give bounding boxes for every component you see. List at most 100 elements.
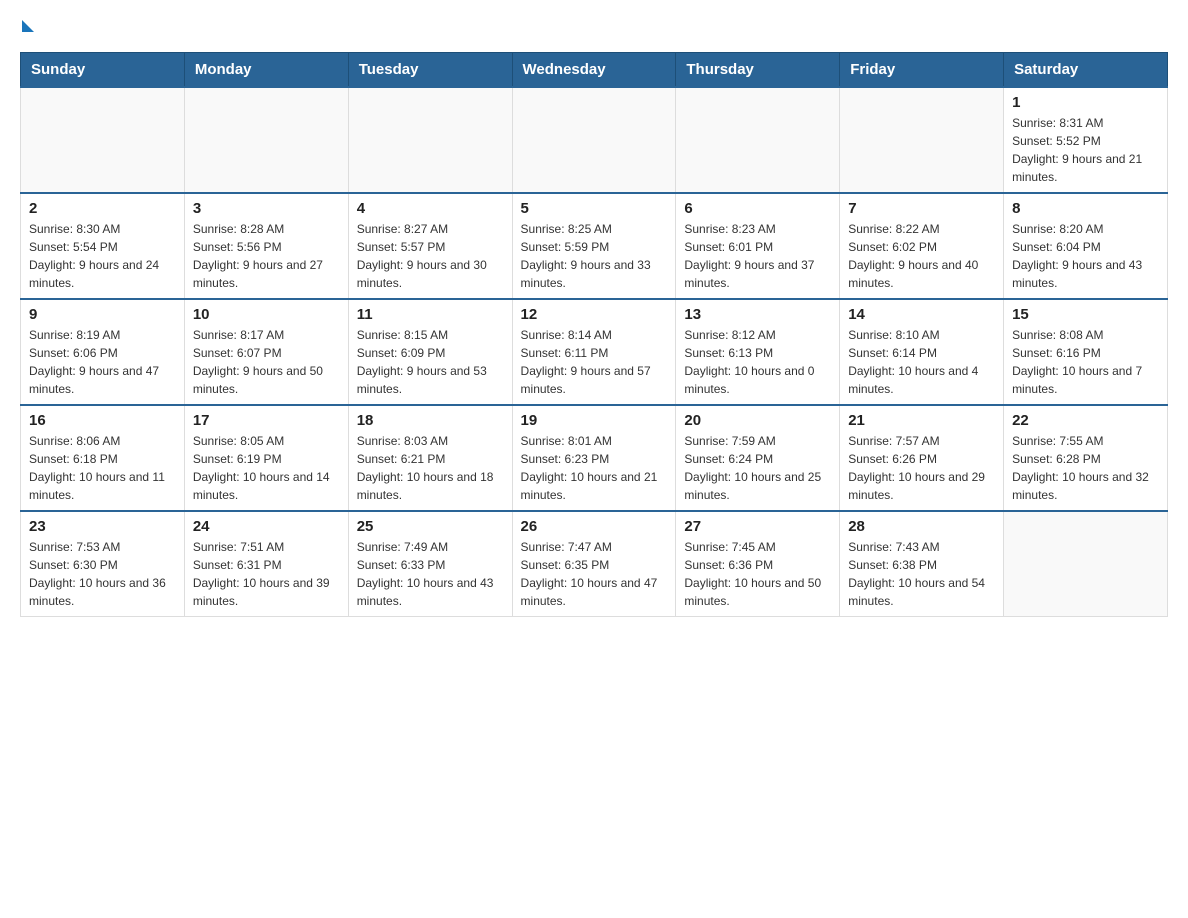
calendar-cell: 8 Sunrise: 8:20 AM Sunset: 6:04 PM Daylig… <box>1004 193 1168 299</box>
day-info: Sunrise: 7:43 AM Sunset: 6:38 PM Dayligh… <box>848 538 995 610</box>
page-header <box>20 20 1168 32</box>
day-number: 8 <box>1012 200 1159 217</box>
week-row: 2 Sunrise: 8:30 AM Sunset: 5:54 PM Daylig… <box>21 193 1168 299</box>
calendar-cell: 3 Sunrise: 8:28 AM Sunset: 5:56 PM Daylig… <box>184 193 348 299</box>
day-info: Sunrise: 8:17 AM Sunset: 6:07 PM Dayligh… <box>193 326 340 398</box>
day-info: Sunrise: 7:49 AM Sunset: 6:33 PM Dayligh… <box>357 538 504 610</box>
calendar-cell: 16 Sunrise: 8:06 AM Sunset: 6:18 PM Dayli… <box>21 405 185 511</box>
day-info: Sunrise: 7:55 AM Sunset: 6:28 PM Dayligh… <box>1012 432 1159 504</box>
week-row: 1 Sunrise: 8:31 AM Sunset: 5:52 PM Daylig… <box>21 87 1168 193</box>
day-number: 6 <box>684 200 831 217</box>
day-info: Sunrise: 8:20 AM Sunset: 6:04 PM Dayligh… <box>1012 220 1159 292</box>
day-number: 24 <box>193 518 340 535</box>
day-info: Sunrise: 7:47 AM Sunset: 6:35 PM Dayligh… <box>521 538 668 610</box>
day-info: Sunrise: 8:31 AM Sunset: 5:52 PM Dayligh… <box>1012 114 1159 186</box>
calendar-cell: 2 Sunrise: 8:30 AM Sunset: 5:54 PM Daylig… <box>21 193 185 299</box>
day-of-week-header: Sunday <box>21 53 185 88</box>
calendar-cell: 12 Sunrise: 8:14 AM Sunset: 6:11 PM Dayli… <box>512 299 676 405</box>
calendar-cell: 17 Sunrise: 8:05 AM Sunset: 6:19 PM Dayli… <box>184 405 348 511</box>
day-info: Sunrise: 7:45 AM Sunset: 6:36 PM Dayligh… <box>684 538 831 610</box>
day-number: 18 <box>357 412 504 429</box>
day-number: 4 <box>357 200 504 217</box>
day-number: 28 <box>848 518 995 535</box>
calendar-cell: 4 Sunrise: 8:27 AM Sunset: 5:57 PM Daylig… <box>348 193 512 299</box>
day-number: 12 <box>521 306 668 323</box>
day-info: Sunrise: 8:30 AM Sunset: 5:54 PM Dayligh… <box>29 220 176 292</box>
day-number: 17 <box>193 412 340 429</box>
calendar-table: SundayMondayTuesdayWednesdayThursdayFrid… <box>20 52 1168 617</box>
day-number: 26 <box>521 518 668 535</box>
day-of-week-header: Friday <box>840 53 1004 88</box>
day-of-week-header: Saturday <box>1004 53 1168 88</box>
day-number: 21 <box>848 412 995 429</box>
calendar-cell: 13 Sunrise: 8:12 AM Sunset: 6:13 PM Dayli… <box>676 299 840 405</box>
calendar-cell: 25 Sunrise: 7:49 AM Sunset: 6:33 PM Dayli… <box>348 511 512 617</box>
calendar-cell: 21 Sunrise: 7:57 AM Sunset: 6:26 PM Dayli… <box>840 405 1004 511</box>
day-info: Sunrise: 8:03 AM Sunset: 6:21 PM Dayligh… <box>357 432 504 504</box>
week-row: 16 Sunrise: 8:06 AM Sunset: 6:18 PM Dayli… <box>21 405 1168 511</box>
day-info: Sunrise: 7:53 AM Sunset: 6:30 PM Dayligh… <box>29 538 176 610</box>
calendar-cell: 6 Sunrise: 8:23 AM Sunset: 6:01 PM Daylig… <box>676 193 840 299</box>
calendar-cell <box>1004 511 1168 617</box>
day-info: Sunrise: 8:27 AM Sunset: 5:57 PM Dayligh… <box>357 220 504 292</box>
calendar-cell <box>21 87 185 193</box>
day-info: Sunrise: 8:10 AM Sunset: 6:14 PM Dayligh… <box>848 326 995 398</box>
day-number: 7 <box>848 200 995 217</box>
calendar-cell: 5 Sunrise: 8:25 AM Sunset: 5:59 PM Daylig… <box>512 193 676 299</box>
calendar-header-row: SundayMondayTuesdayWednesdayThursdayFrid… <box>21 53 1168 88</box>
day-number: 27 <box>684 518 831 535</box>
calendar-cell: 24 Sunrise: 7:51 AM Sunset: 6:31 PM Dayli… <box>184 511 348 617</box>
day-info: Sunrise: 8:12 AM Sunset: 6:13 PM Dayligh… <box>684 326 831 398</box>
day-info: Sunrise: 7:57 AM Sunset: 6:26 PM Dayligh… <box>848 432 995 504</box>
day-info: Sunrise: 7:59 AM Sunset: 6:24 PM Dayligh… <box>684 432 831 504</box>
calendar-cell: 23 Sunrise: 7:53 AM Sunset: 6:30 PM Dayli… <box>21 511 185 617</box>
day-number: 23 <box>29 518 176 535</box>
day-number: 2 <box>29 200 176 217</box>
day-info: Sunrise: 8:22 AM Sunset: 6:02 PM Dayligh… <box>848 220 995 292</box>
day-info: Sunrise: 7:51 AM Sunset: 6:31 PM Dayligh… <box>193 538 340 610</box>
calendar-cell <box>184 87 348 193</box>
day-number: 19 <box>521 412 668 429</box>
day-of-week-header: Monday <box>184 53 348 88</box>
calendar-cell <box>840 87 1004 193</box>
calendar-cell: 18 Sunrise: 8:03 AM Sunset: 6:21 PM Dayli… <box>348 405 512 511</box>
calendar-cell <box>676 87 840 193</box>
calendar-cell: 28 Sunrise: 7:43 AM Sunset: 6:38 PM Dayli… <box>840 511 1004 617</box>
day-info: Sunrise: 8:19 AM Sunset: 6:06 PM Dayligh… <box>29 326 176 398</box>
calendar-cell <box>512 87 676 193</box>
calendar-cell: 15Sunrise: 8:08 AM Sunset: 6:16 PM Dayli… <box>1004 299 1168 405</box>
day-info: Sunrise: 8:06 AM Sunset: 6:18 PM Dayligh… <box>29 432 176 504</box>
calendar-cell: 11Sunrise: 8:15 AM Sunset: 6:09 PM Dayli… <box>348 299 512 405</box>
day-of-week-header: Thursday <box>676 53 840 88</box>
calendar-cell: 22 Sunrise: 7:55 AM Sunset: 6:28 PM Dayli… <box>1004 405 1168 511</box>
calendar-cell: 10 Sunrise: 8:17 AM Sunset: 6:07 PM Dayli… <box>184 299 348 405</box>
day-number: 1 <box>1012 94 1159 111</box>
day-number: 13 <box>684 306 831 323</box>
day-info: Sunrise: 8:25 AM Sunset: 5:59 PM Dayligh… <box>521 220 668 292</box>
day-number: 10 <box>193 306 340 323</box>
calendar-cell: 1 Sunrise: 8:31 AM Sunset: 5:52 PM Daylig… <box>1004 87 1168 193</box>
calendar-cell: 26 Sunrise: 7:47 AM Sunset: 6:35 PM Dayli… <box>512 511 676 617</box>
week-row: 23 Sunrise: 7:53 AM Sunset: 6:30 PM Dayli… <box>21 511 1168 617</box>
calendar-cell: 20Sunrise: 7:59 AM Sunset: 6:24 PM Dayli… <box>676 405 840 511</box>
day-info: Sunrise: 8:23 AM Sunset: 6:01 PM Dayligh… <box>684 220 831 292</box>
calendar-cell: 14 Sunrise: 8:10 AM Sunset: 6:14 PM Dayli… <box>840 299 1004 405</box>
day-info: Sunrise: 8:01 AM Sunset: 6:23 PM Dayligh… <box>521 432 668 504</box>
logo <box>20 20 34 32</box>
day-info: Sunrise: 8:05 AM Sunset: 6:19 PM Dayligh… <box>193 432 340 504</box>
day-of-week-header: Tuesday <box>348 53 512 88</box>
day-number: 3 <box>193 200 340 217</box>
day-number: 9 <box>29 306 176 323</box>
day-info: Sunrise: 8:28 AM Sunset: 5:56 PM Dayligh… <box>193 220 340 292</box>
day-number: 22 <box>1012 412 1159 429</box>
day-number: 5 <box>521 200 668 217</box>
day-number: 25 <box>357 518 504 535</box>
day-number: 16 <box>29 412 176 429</box>
day-info: Sunrise: 8:08 AM Sunset: 6:16 PM Dayligh… <box>1012 326 1159 398</box>
calendar-cell: 7 Sunrise: 8:22 AM Sunset: 6:02 PM Daylig… <box>840 193 1004 299</box>
calendar-cell <box>348 87 512 193</box>
day-info: Sunrise: 8:14 AM Sunset: 6:11 PM Dayligh… <box>521 326 668 398</box>
calendar-cell: 19 Sunrise: 8:01 AM Sunset: 6:23 PM Dayli… <box>512 405 676 511</box>
day-number: 14 <box>848 306 995 323</box>
logo-arrow-icon <box>22 20 34 32</box>
